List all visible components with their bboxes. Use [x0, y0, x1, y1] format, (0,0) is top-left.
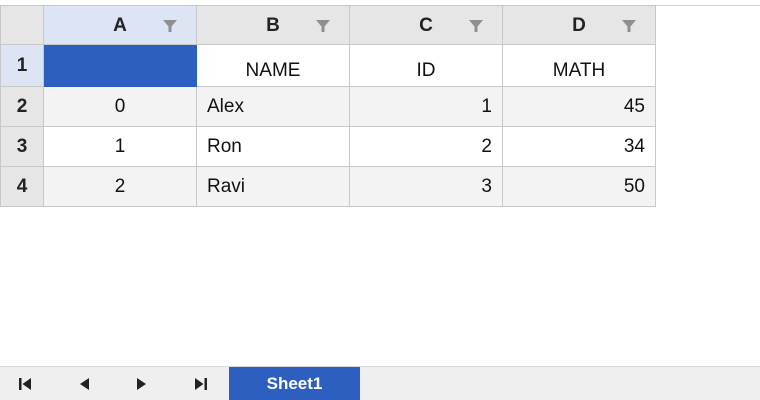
cell-d2[interactable]: 45 — [502, 86, 656, 127]
cell-a4[interactable]: 2 — [43, 166, 197, 207]
column-letter: B — [266, 14, 280, 36]
column-letter: A — [113, 14, 127, 36]
spreadsheet-grid: A B C D 1 NAME ID MATH 2 0 Alex 1 45 3 1… — [0, 5, 656, 207]
tab-sheet1[interactable]: Sheet1 — [229, 367, 360, 400]
cell-c2[interactable]: 1 — [349, 86, 503, 127]
column-header-c[interactable]: C — [349, 5, 503, 45]
first-sheet-icon[interactable] — [5, 367, 45, 400]
cell-c1[interactable]: ID — [349, 44, 503, 87]
cell-d3[interactable]: 34 — [502, 126, 656, 167]
column-header-b[interactable]: B — [196, 5, 350, 45]
cell-b3[interactable]: Ron — [196, 126, 350, 167]
table-row: 3 1 Ron 2 34 — [0, 126, 656, 167]
prev-sheet-icon[interactable] — [64, 367, 104, 400]
cell-c4[interactable]: 3 — [349, 166, 503, 207]
cell-d4[interactable]: 50 — [502, 166, 656, 207]
cell-b1[interactable]: NAME — [196, 44, 350, 87]
cell-b2[interactable]: Alex — [196, 86, 350, 127]
filter-icon[interactable] — [621, 18, 637, 34]
column-letter: C — [419, 14, 433, 36]
cell-c3[interactable]: 2 — [349, 126, 503, 167]
row-header[interactable]: 3 — [0, 126, 44, 167]
cell-d1[interactable]: MATH — [502, 44, 656, 87]
column-letter: D — [572, 14, 586, 36]
column-header-d[interactable]: D — [502, 5, 656, 45]
cell-a3[interactable]: 1 — [43, 126, 197, 167]
filter-icon[interactable] — [162, 18, 178, 34]
select-all-corner[interactable] — [0, 5, 44, 45]
table-row: 4 2 Ravi 3 50 — [0, 166, 656, 207]
filter-icon[interactable] — [468, 18, 484, 34]
next-sheet-icon[interactable] — [122, 367, 162, 400]
row-header[interactable]: 1 — [0, 44, 44, 87]
sheet-bar: Sheet1 — [0, 366, 760, 400]
spreadsheet-app: A B C D 1 NAME ID MATH 2 0 Alex 1 45 3 1… — [0, 0, 760, 400]
cell-a1[interactable] — [43, 44, 197, 87]
table-row: 1 NAME ID MATH — [0, 44, 656, 87]
row-header[interactable]: 2 — [0, 86, 44, 127]
cell-a2[interactable]: 0 — [43, 86, 197, 127]
table-row: 2 0 Alex 1 45 — [0, 86, 656, 127]
filter-icon[interactable] — [315, 18, 331, 34]
column-header-a[interactable]: A — [43, 5, 197, 45]
last-sheet-icon[interactable] — [181, 367, 221, 400]
row-header[interactable]: 4 — [0, 166, 44, 207]
cell-b4[interactable]: Ravi — [196, 166, 350, 207]
